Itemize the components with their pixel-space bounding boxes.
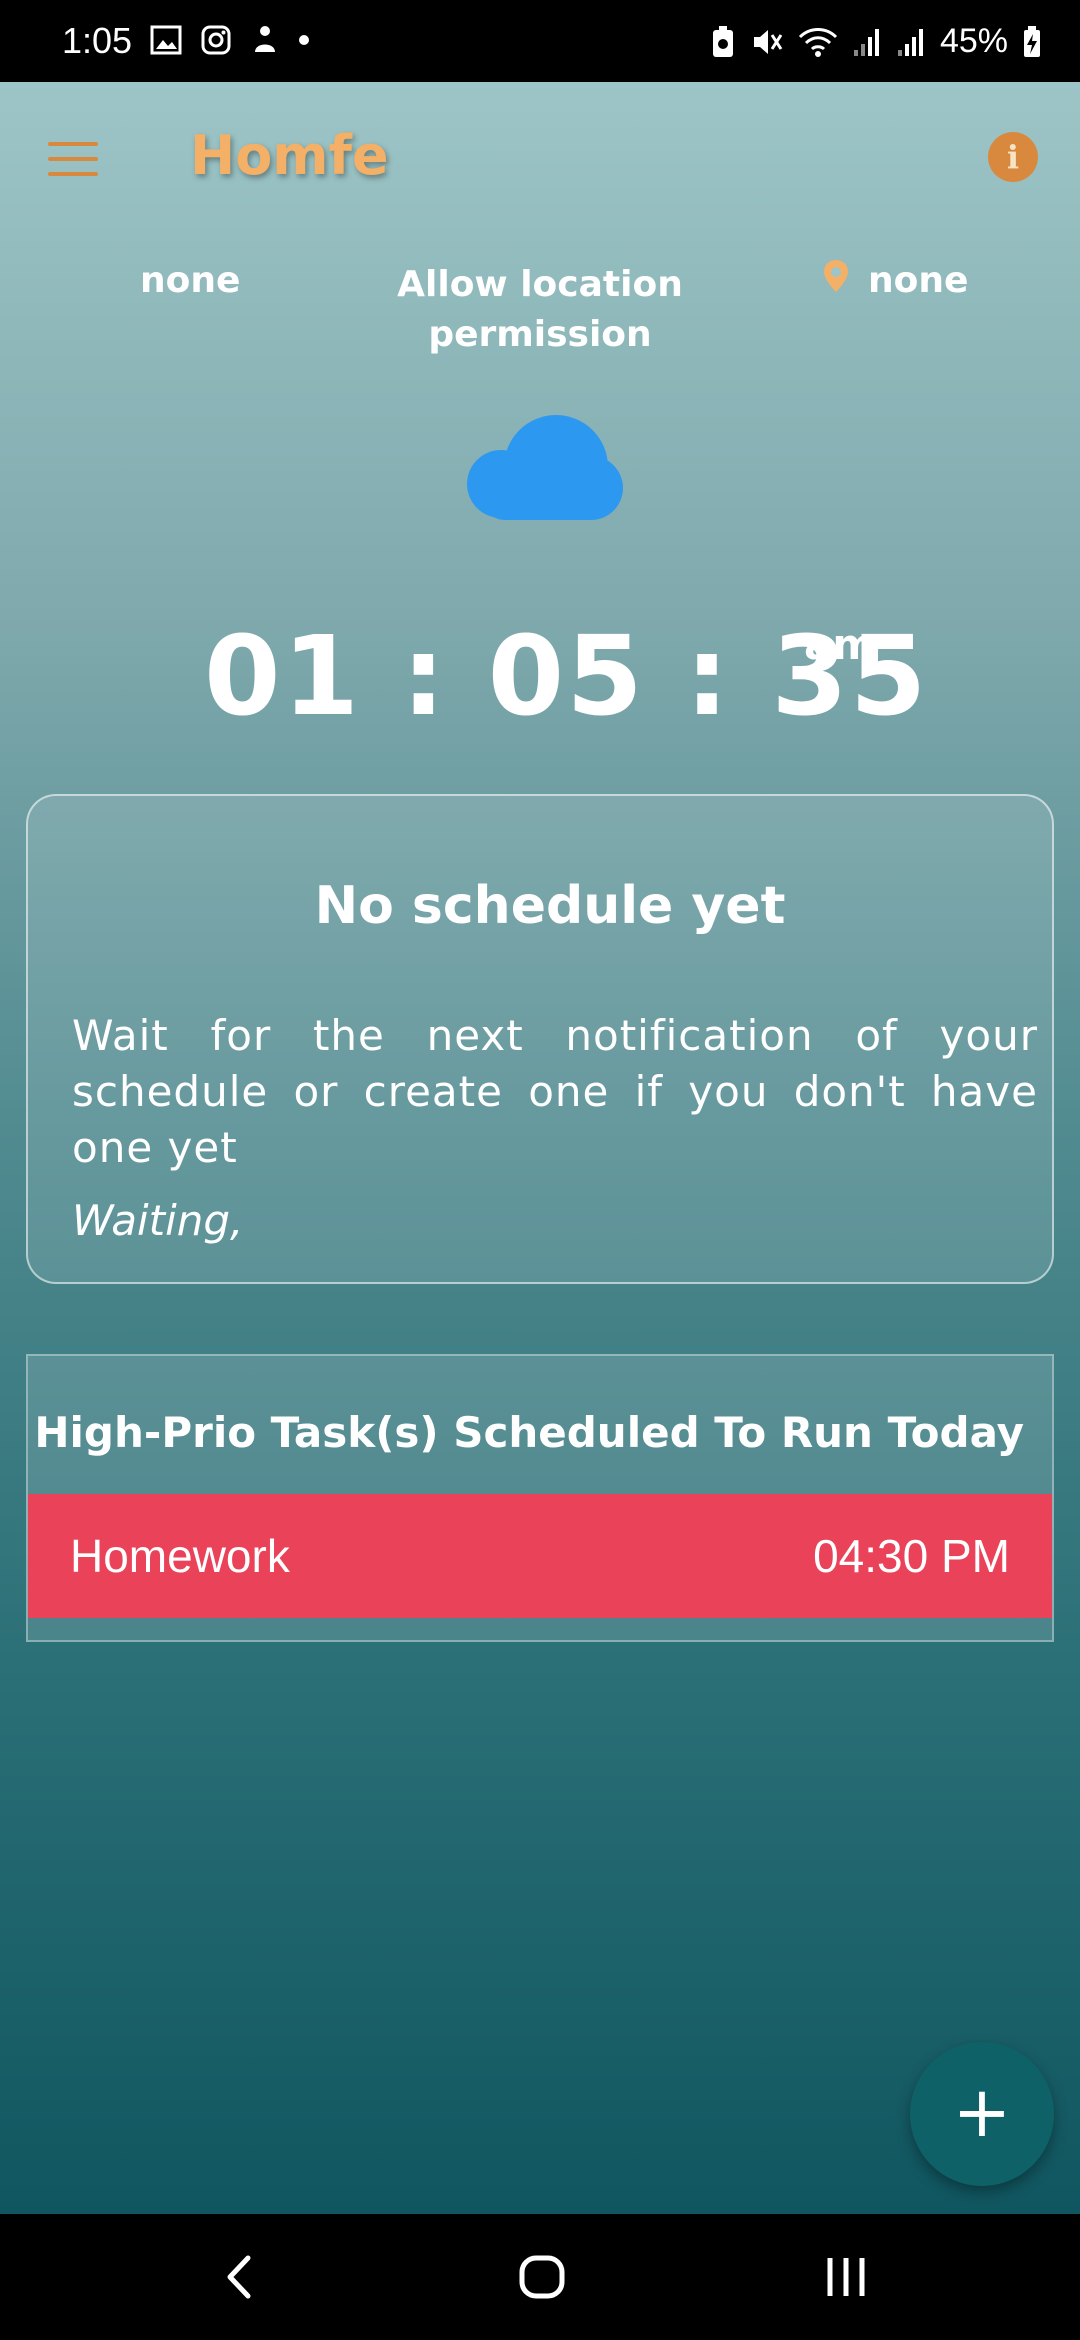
location-pin-icon (824, 260, 848, 292)
status-bar: 1:05 45% (0, 0, 1080, 82)
status-system-icons: 45% (710, 22, 1042, 61)
mute-icon (753, 29, 783, 54)
signal-icon-1 (853, 28, 879, 56)
location-right-text: none (868, 260, 969, 301)
schedule-card: No schedule yet Wait for the next notifi… (26, 794, 1054, 1284)
task-name: Homework (70, 1530, 290, 1582)
more-notifications-dot-icon (299, 35, 309, 45)
task-time: 04:30 PM (813, 1530, 1010, 1582)
battery-charging-icon (1024, 25, 1040, 57)
wifi-icon (798, 27, 837, 57)
add-schedule-button[interactable]: + (910, 2042, 1054, 2186)
status-time: 1:05 (62, 20, 133, 61)
app-title: Homfe (190, 124, 389, 187)
schedule-card-title: No schedule yet (314, 876, 786, 936)
battery-percent: 45% (939, 22, 1008, 60)
instagram-icon (201, 25, 231, 55)
cloud-icon (467, 415, 623, 520)
system-navigation-bar (0, 2214, 1080, 2340)
app-screen: Homfe i none Allow location permission n… (0, 82, 1080, 2214)
home-icon[interactable] (502, 2244, 582, 2310)
location-left-value: none (140, 260, 241, 301)
clock-ampm: am (804, 620, 877, 669)
schedule-card-status: Waiting, (72, 1196, 244, 1245)
info-icon[interactable]: i (988, 132, 1038, 182)
location-right-value: none (822, 260, 968, 301)
signal-icon-2 (897, 28, 923, 56)
allow-location-permission-link[interactable]: Allow location permission (380, 260, 700, 360)
gallery-icon (150, 25, 182, 55)
battery-saver-icon (712, 25, 733, 57)
task-row[interactable]: Homework 04:30 PM (28, 1494, 1052, 1618)
tasks-panel-title: High-Prio Task(s) Scheduled To Run Today (34, 1408, 1024, 1457)
status-notification-icons (150, 24, 310, 56)
back-chevron-icon[interactable] (200, 2244, 280, 2310)
recent-apps-icon[interactable] (806, 2244, 886, 2310)
high-prio-tasks-panel: High-Prio Task(s) Scheduled To Run Today… (26, 1354, 1054, 1642)
hamburger-menu-icon[interactable] (48, 142, 98, 178)
app-notification-icon (255, 26, 275, 52)
schedule-card-message: Wait for the next notification of your s… (72, 1011, 1038, 1172)
